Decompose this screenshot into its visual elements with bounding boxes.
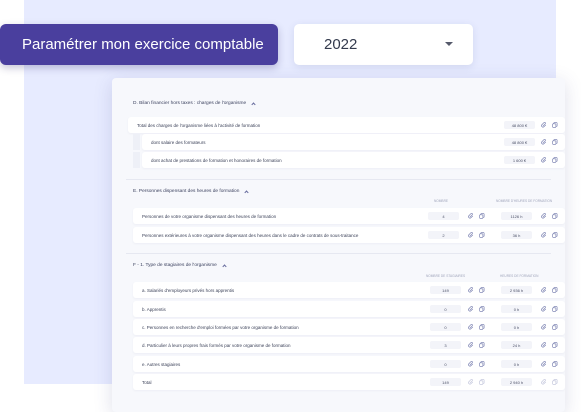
copy-icon[interactable] bbox=[479, 324, 485, 330]
column-header: Nombre de stagiaires bbox=[426, 274, 466, 278]
value-field[interactable]: 1126 h bbox=[501, 212, 532, 220]
section-f-title: F - 1. Type de stagiaires de l'organisme bbox=[133, 263, 217, 268]
value-field[interactable]: 0 bbox=[430, 305, 461, 313]
copy-icon bbox=[479, 379, 485, 385]
section-d-title: D. Bilan financier hors taxes : charges … bbox=[133, 101, 247, 106]
section-e-header[interactable]: E. Personnes dispensant des heures de fo… bbox=[133, 189, 250, 195]
paperclip-icon[interactable] bbox=[541, 306, 547, 312]
value-field[interactable]: 36 h bbox=[501, 231, 532, 239]
copy-icon[interactable] bbox=[552, 232, 558, 238]
value-field[interactable]: 0 bbox=[430, 360, 461, 368]
copy-icon[interactable] bbox=[552, 122, 558, 128]
row-label: a. Salariés d'employeurs privés hors app… bbox=[142, 287, 235, 293]
value-field[interactable]: 2 936 h bbox=[501, 286, 532, 294]
value-field[interactable]: 3 bbox=[430, 341, 461, 349]
value-field[interactable]: 0 h bbox=[501, 360, 532, 368]
section-f-header[interactable]: F - 1. Type de stagiaires de l'organisme bbox=[133, 263, 227, 269]
value-field[interactable]: 2 bbox=[428, 231, 459, 239]
chevron-down-icon bbox=[445, 42, 453, 46]
year-select[interactable]: 2022 bbox=[294, 24, 473, 65]
copy-icon[interactable] bbox=[552, 213, 558, 219]
copy-icon[interactable] bbox=[552, 361, 558, 367]
paperclip-icon[interactable] bbox=[468, 342, 474, 348]
row-label: dont achat de prestations de formation e… bbox=[151, 157, 282, 163]
value-field[interactable]: 0 bbox=[430, 323, 461, 331]
chevron-up-icon bbox=[222, 264, 227, 269]
indent-marker bbox=[133, 152, 140, 168]
row-label: Personnes extérieures à votre organisme … bbox=[142, 232, 359, 238]
paperclip-icon[interactable] bbox=[541, 361, 547, 367]
column-header: Nombre bbox=[434, 199, 448, 203]
row-label: dont salaire des formateurs bbox=[151, 139, 206, 145]
copy-icon[interactable] bbox=[552, 324, 558, 330]
column-header: Heures de formation bbox=[500, 274, 539, 278]
copy-icon[interactable] bbox=[479, 287, 485, 293]
paperclip-icon[interactable] bbox=[468, 361, 474, 367]
row-label: Total des charges de l'organisme liées à… bbox=[137, 122, 261, 128]
paperclip-icon[interactable] bbox=[468, 232, 474, 238]
divider bbox=[126, 253, 551, 254]
value-field: 149 bbox=[430, 378, 461, 386]
year-value: 2022 bbox=[324, 36, 358, 53]
table-row: Total des charges de l'organisme liées à… bbox=[128, 117, 565, 133]
copy-icon[interactable] bbox=[552, 306, 558, 312]
paperclip-icon[interactable] bbox=[541, 157, 547, 163]
value-field[interactable]: 0 h bbox=[501, 323, 532, 331]
column-header: Nombre d'heures de formation bbox=[496, 199, 553, 203]
section-e-title: E. Personnes dispensant des heures de fo… bbox=[133, 189, 240, 194]
paperclip-icon[interactable] bbox=[468, 306, 474, 312]
value-field[interactable]: 48 800 € bbox=[504, 121, 535, 129]
paperclip-icon[interactable] bbox=[541, 287, 547, 293]
row-label: Personnes de votre organisme dispensant … bbox=[142, 213, 277, 219]
paperclip-icon[interactable] bbox=[468, 213, 474, 219]
value-field[interactable]: 1 600 € bbox=[504, 156, 535, 164]
row-label: Total bbox=[142, 379, 152, 385]
copy-icon[interactable] bbox=[552, 342, 558, 348]
row-label: c. Personnes en recherche d'emploi formé… bbox=[142, 324, 299, 330]
copy-icon[interactable] bbox=[479, 213, 485, 219]
copy-icon[interactable] bbox=[479, 361, 485, 367]
value-field[interactable]: 4 bbox=[428, 212, 459, 220]
paperclip-icon[interactable] bbox=[468, 324, 474, 330]
table-row: dont salaire des formateurs bbox=[142, 134, 565, 150]
paperclip-icon[interactable] bbox=[541, 139, 547, 145]
paperclip-icon[interactable] bbox=[541, 342, 547, 348]
row-label: d. Particulier à leurs propres frais for… bbox=[142, 342, 291, 348]
chevron-up-icon bbox=[244, 190, 250, 195]
accounting-form-card: D. Bilan financier hors taxes : charges … bbox=[112, 78, 565, 412]
value-field[interactable]: 149 bbox=[430, 286, 461, 294]
value-field[interactable]: 0 h bbox=[501, 305, 532, 313]
paperclip-icon[interactable] bbox=[541, 213, 547, 219]
paperclip-icon[interactable] bbox=[541, 324, 547, 330]
value-field: 2 940 h bbox=[501, 378, 532, 386]
table-row: dont achat de prestations de formation e… bbox=[142, 152, 565, 168]
indent-marker bbox=[133, 134, 140, 150]
row-label: e. Autres stagiaires bbox=[142, 361, 181, 367]
paperclip-icon[interactable] bbox=[541, 122, 547, 128]
divider bbox=[126, 179, 551, 180]
page-title: Paramétrer mon exercice comptable bbox=[0, 24, 278, 65]
copy-icon[interactable] bbox=[479, 232, 485, 238]
paperclip-icon bbox=[541, 379, 547, 385]
copy-icon[interactable] bbox=[552, 157, 558, 163]
row-label: b. Apprentis bbox=[142, 306, 166, 312]
paperclip-icon[interactable] bbox=[468, 287, 474, 293]
value-field[interactable]: 48 800 € bbox=[504, 138, 535, 146]
section-d-header[interactable]: D. Bilan financier hors taxes : charges … bbox=[133, 101, 256, 107]
copy-icon[interactable] bbox=[479, 342, 485, 348]
chevron-up-icon bbox=[251, 102, 256, 107]
copy-icon bbox=[552, 379, 558, 385]
copy-icon[interactable] bbox=[552, 287, 558, 293]
paperclip-icon[interactable] bbox=[541, 232, 547, 238]
copy-icon[interactable] bbox=[479, 306, 485, 312]
paperclip-icon bbox=[468, 379, 474, 385]
value-field[interactable]: 24 h bbox=[501, 341, 532, 349]
copy-icon[interactable] bbox=[552, 139, 558, 145]
